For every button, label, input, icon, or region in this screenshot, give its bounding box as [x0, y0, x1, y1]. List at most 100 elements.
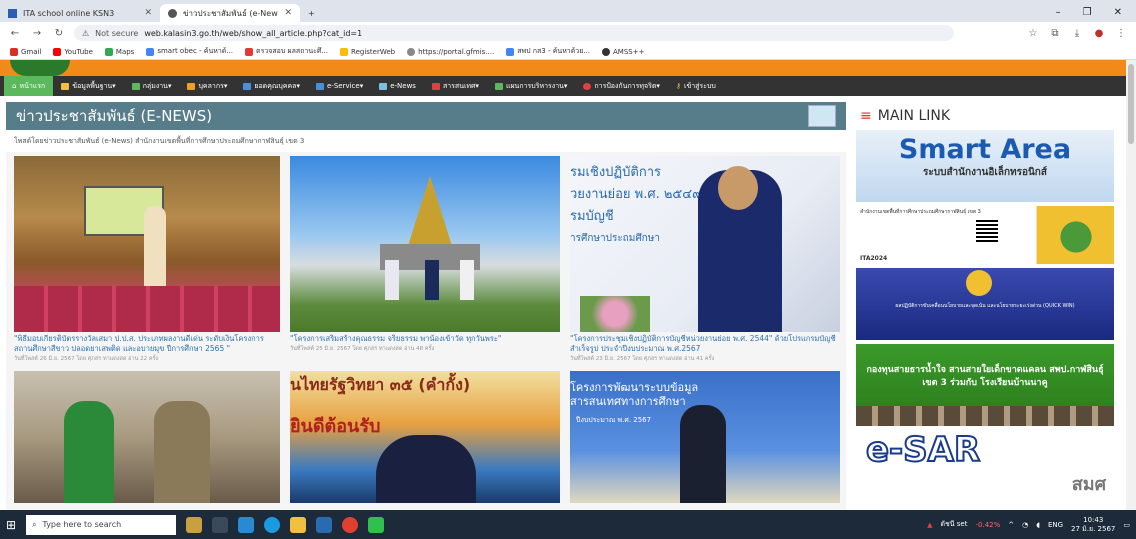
- url-input[interactable]: ⚠ Not secure web.kalasin3.go.th/web/show…: [74, 25, 954, 41]
- article-card[interactable]: [14, 371, 280, 503]
- stock-label[interactable]: ดัชนี set: [940, 519, 967, 530]
- plant-icon: [1056, 214, 1096, 260]
- e-sar-banner[interactable]: e-SAR สมศ: [856, 430, 1114, 500]
- temple-weather-icon[interactable]: [186, 516, 203, 533]
- bookmark-registerweb[interactable]: RegisterWeb: [340, 47, 395, 56]
- close-icon[interactable]: ✕: [284, 8, 292, 18]
- article-title[interactable]: "พิธีมอบเกียรติบัตรรางวัลเสมา ป.ป.ส. ประ…: [14, 334, 280, 354]
- sidebar-header: ≡ MAIN LINK: [856, 102, 1116, 130]
- download-icon[interactable]: ⤓: [1070, 28, 1084, 39]
- extensions-icon[interactable]: ⧉: [1048, 28, 1062, 39]
- menu-e-news[interactable]: e-News: [371, 76, 424, 96]
- article-image[interactable]: นไทยรัฐวิทยา ๓๕ (คำกั้ง) ยินดีต้อนรับ: [290, 371, 560, 503]
- home-icon: ⌂: [12, 82, 17, 90]
- ita-label: ITA2024: [860, 255, 888, 262]
- fund-banner[interactable]: กองทุนสายธารน้ำใจ สานสายใยเด็กขาดแคลน สพ…: [856, 344, 1114, 426]
- article-image[interactable]: [14, 371, 280, 503]
- article-title[interactable]: "โครงการเสริมสร้างคุณธรรม จริยธรรม พาน้อ…: [290, 334, 560, 344]
- smart-area-title: Smart Area: [898, 134, 1072, 165]
- bookmark-gmail[interactable]: Gmail: [10, 47, 41, 56]
- article-card[interactable]: รมเชิงปฏิบัติการ วยงานย่อย พ.ศ. ๒๕๔๙ รมบ…: [570, 156, 840, 363]
- site-icon: [245, 47, 254, 56]
- article-card[interactable]: "พิธีมอบเกียรติบัตรรางวัลเสมา ป.ป.ส. ประ…: [14, 156, 280, 363]
- edge-icon[interactable]: [264, 516, 281, 533]
- windows-start-icon[interactable]: ⊞: [6, 518, 16, 532]
- address-bar-row: ← → ↻ ⚠ Not secure web.kalasin3.go.th/we…: [0, 22, 1136, 44]
- task-view-icon[interactable]: [212, 516, 229, 533]
- plan-icon: [494, 82, 503, 90]
- new-tab-button[interactable]: +: [300, 4, 323, 22]
- article-image[interactable]: [14, 156, 280, 332]
- article-title[interactable]: "โครงการประชุมเชิงปฏิบัติการบัญชีหน่วยงา…: [570, 334, 840, 354]
- mail-icon[interactable]: [238, 516, 255, 533]
- speaker-figure: [680, 405, 726, 503]
- forward-icon[interactable]: →: [30, 28, 44, 39]
- chevron-up-icon[interactable]: ^: [1008, 521, 1014, 529]
- bookmark-gfmis[interactable]: https://portal.gfmis....: [407, 47, 494, 56]
- scrollbar-thumb[interactable]: [1128, 64, 1134, 144]
- smart-area-banner[interactable]: Smart Area ระบบสำนักงานอิเล็กทรอนิกส์: [856, 130, 1114, 202]
- profile-icon[interactable]: ●: [1092, 28, 1106, 39]
- chrome-icon[interactable]: [342, 516, 359, 533]
- star-icon[interactable]: ☆: [1026, 28, 1040, 39]
- close-window-icon[interactable]: ✕: [1114, 7, 1122, 18]
- search-icon: ⌕: [32, 519, 37, 529]
- quick-win-banner[interactable]: ผลปฏิบัติการขับเคลื่อนนโยบายและจุดเน้น แ…: [856, 268, 1114, 340]
- ita-banner[interactable]: สำนักงานเขตพื้นที่การศึกษาประถมศึกษากาฬส…: [856, 206, 1114, 264]
- audience-rows: [14, 286, 280, 332]
- menu-work-groups[interactable]: กลุ่มงาน▾: [124, 76, 180, 96]
- network-icon[interactable]: ◔: [1022, 521, 1028, 529]
- close-icon[interactable]: ✕: [144, 8, 152, 18]
- person-figure: [376, 435, 476, 503]
- banner-text: ยินดีต้อนรับ: [290, 416, 381, 437]
- menu-login[interactable]: ⚷ เข้าสู่ระบบ: [668, 76, 724, 96]
- volume-icon[interactable]: ◖: [1036, 521, 1040, 529]
- bookmark-smart-obec[interactable]: smart obec - ค้นหาด้...: [146, 46, 233, 57]
- sidebar-title: MAIN LINK: [877, 108, 951, 124]
- article-card[interactable]: "โครงการเสริมสร้างคุณธรรม จริยธรรม พาน้อ…: [290, 156, 560, 363]
- shield-icon: [583, 82, 592, 90]
- speaker-head: [718, 166, 758, 210]
- tab-ita-school[interactable]: ITA school online KSN3 ✕: [0, 4, 160, 22]
- article-image[interactable]: [290, 156, 560, 332]
- person-figure: [64, 401, 114, 503]
- article-card[interactable]: นไทยรัฐวิทยา ๓๕ (คำกั้ง) ยินดีต้อนรับ: [290, 371, 560, 503]
- menu-basic-info[interactable]: ข้อมูลพื้นฐาน▾: [53, 76, 123, 96]
- menu-home[interactable]: ⌂ หน้าแรก: [4, 76, 54, 96]
- taskbar-search-input[interactable]: ⌕ Type here to search: [26, 514, 177, 535]
- menu-personnel[interactable]: บุคลากร▾: [179, 76, 235, 96]
- article-image[interactable]: รมเชิงปฏิบัติการ วยงานย่อย พ.ศ. ๒๕๔๙ รมบ…: [570, 156, 840, 332]
- system-tray: ▲ ดัชนี set -0.42% ^ ◔ ◖ ENG 10:43 27 มิ…: [927, 516, 1130, 534]
- info-icon: [61, 82, 70, 90]
- bookmark-status-check[interactable]: ตรวจสอบ ผลสถานะศึ...: [245, 46, 328, 57]
- file-explorer-icon[interactable]: [290, 516, 307, 533]
- bookmark-amss[interactable]: AMSS++: [602, 47, 644, 56]
- maps-icon: [104, 47, 113, 56]
- article-image[interactable]: โครงการพัฒนาระบบข้อมูล สารสนเทศทางการศึก…: [570, 371, 840, 503]
- menu-icon[interactable]: ⋮: [1114, 28, 1128, 39]
- menu-honor[interactable]: ยอดคุณบุคคล▾: [235, 76, 308, 96]
- bookmark-maps[interactable]: Maps: [104, 47, 134, 56]
- back-icon[interactable]: ←: [8, 28, 22, 39]
- clock[interactable]: 10:43 27 มิ.ย. 2567: [1071, 516, 1115, 534]
- bookmark-kalasin3[interactable]: สพป กส3 - ค้นหาด้วย...: [506, 46, 590, 57]
- store-icon[interactable]: [316, 516, 333, 533]
- bookmark-youtube[interactable]: YouTube: [53, 47, 93, 56]
- page-scrollbar[interactable]: [1126, 60, 1136, 510]
- news-section: ข่าวประชาสัมพันธ์ (E-NEWS) โพสต์โดยข่าวป…: [6, 102, 846, 510]
- reload-icon[interactable]: ↻: [52, 28, 66, 39]
- article-card[interactable]: โครงการพัฒนาระบบข้อมูล สารสนเทศทางการศึก…: [570, 371, 840, 503]
- lang-indicator[interactable]: ENG: [1048, 521, 1063, 529]
- minimize-icon[interactable]: –: [1056, 7, 1061, 18]
- menu-e-service[interactable]: e-Service▾: [308, 76, 371, 96]
- menu-anti-corruption[interactable]: การป้องกันการทุจริต▾: [575, 76, 667, 96]
- maximize-icon[interactable]: ❐: [1083, 7, 1092, 18]
- menu-information[interactable]: สารสนเทศ▾: [424, 76, 487, 96]
- monitor-icon: [315, 82, 324, 90]
- menu-management-plan[interactable]: แผนการบริหารงาน▾: [487, 76, 575, 96]
- notification-icon[interactable]: ▭: [1123, 521, 1130, 529]
- window-controls: – ❐ ✕: [1056, 7, 1136, 22]
- news-header: ข่าวประชาสัมพันธ์ (E-NEWS): [6, 102, 846, 130]
- tab-e-news[interactable]: ข่าวประชาสัมพันธ์ (e-News) - สำนั ✕: [160, 4, 300, 22]
- line-icon[interactable]: [368, 516, 385, 533]
